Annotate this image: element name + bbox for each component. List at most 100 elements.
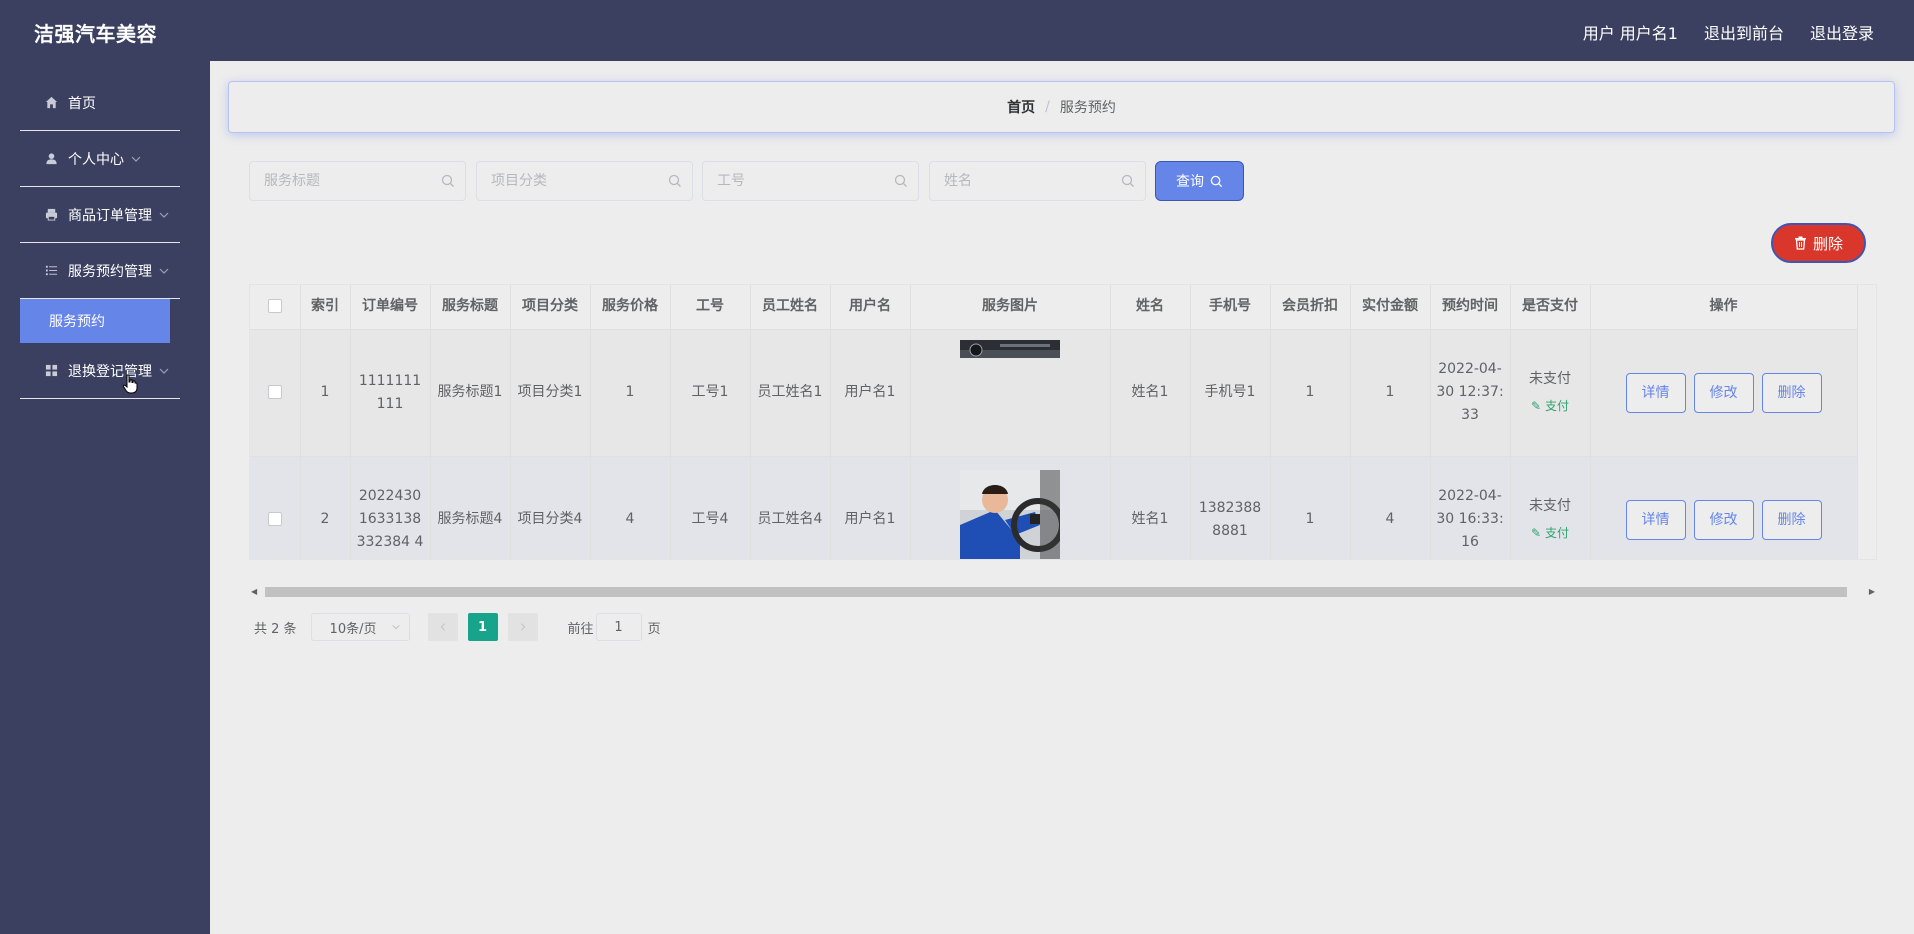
query-button[interactable]: 查询: [1155, 161, 1244, 201]
sidebar-item-label: 退换登记管理: [68, 363, 152, 380]
cell-pay-status: 未支付 ✎ 支付: [1510, 456, 1591, 559]
search-icon: [441, 174, 454, 187]
service-title-search: [249, 161, 466, 201]
category-input[interactable]: [477, 162, 692, 200]
next-page-button[interactable]: [507, 613, 538, 641]
sidebar-item-home[interactable]: 首页: [20, 75, 180, 131]
cell-price: 1: [590, 329, 671, 457]
logout-link[interactable]: 退出登录: [1810, 20, 1874, 44]
table-row: 2 20224301633138332384 4 服务标题4 项目分类4 4 工…: [250, 456, 1858, 559]
pay-link[interactable]: ✎ 支付: [1515, 395, 1586, 418]
column-header: 操作: [1590, 285, 1858, 330]
chevron-down-icon: [131, 156, 141, 162]
pay-status-text: 未支付: [1529, 497, 1571, 514]
search-icon: [1121, 174, 1134, 187]
cell-phone: 13823888881: [1190, 456, 1271, 559]
pagination: 共 2 条 10条/页 1 前往 1 页: [254, 612, 661, 642]
page-size-select[interactable]: 10条/页: [310, 613, 410, 641]
scrollbar-thumb[interactable]: [265, 587, 1847, 597]
sidebar-item-product-orders[interactable]: 商品订单管理: [20, 187, 180, 243]
sidebar-item-label: 商品订单管理: [68, 207, 152, 224]
column-header: 姓名: [1110, 285, 1191, 330]
cell-category: 项目分类1: [510, 329, 591, 457]
service-image: [960, 469, 1060, 559]
edit-pen-icon: ✎: [1531, 398, 1542, 413]
row-checkbox[interactable]: [267, 512, 282, 526]
cell-username: 用户名1: [830, 329, 911, 457]
name-input[interactable]: [930, 162, 1145, 200]
cell-name: 姓名1: [1110, 456, 1191, 559]
cell-order-no: 20224301633138332384 4: [350, 456, 431, 559]
chevron-down-icon: [159, 268, 169, 274]
column-header: 服务标题: [430, 285, 511, 330]
pay-link[interactable]: ✎ 支付: [1515, 522, 1586, 545]
column-header: 项目分类: [510, 285, 591, 330]
column-header: 工号: [670, 285, 751, 330]
sidebar-subitem-service-booking[interactable]: 服务预约: [20, 299, 170, 343]
detail-button[interactable]: 详情: [1625, 499, 1686, 540]
page-number-current[interactable]: 1: [467, 613, 498, 641]
cell-title: 服务标题1: [430, 329, 511, 457]
column-header: 服务图片: [910, 285, 1111, 330]
column-header: 实付金额: [1350, 285, 1431, 330]
query-button-label: 查询: [1176, 174, 1204, 190]
row-select-cell: [250, 456, 301, 559]
current-user-label: 用户 用户名1: [1582, 24, 1678, 43]
edit-button[interactable]: 修改: [1693, 372, 1754, 413]
delete-button[interactable]: 删除: [1761, 499, 1822, 540]
batch-delete-button[interactable]: 删除: [1771, 223, 1866, 263]
cell-service-image: [910, 456, 1111, 559]
cell-title: 服务标题4: [430, 456, 511, 559]
page-size-value: 10条/页: [329, 621, 377, 637]
cell-worker-no: 工号1: [670, 329, 751, 457]
sidebar-item-personal-center[interactable]: 个人中心: [20, 131, 180, 187]
column-header: 员工姓名: [750, 285, 831, 330]
cell-worker-name: 员工姓名4: [750, 456, 831, 559]
edit-button[interactable]: 修改: [1693, 499, 1754, 540]
detail-button[interactable]: 详情: [1625, 372, 1686, 413]
pay-status-text: 未支付: [1529, 370, 1571, 387]
scroll-right-arrow-icon[interactable]: ▶: [1869, 587, 1875, 596]
worker-no-input[interactable]: [703, 162, 918, 200]
chevron-left-icon: [440, 623, 445, 631]
cell-worker-no: 工号4: [670, 456, 751, 559]
search-icon: [1210, 175, 1223, 187]
row-select-cell: [250, 329, 301, 457]
sidebar-item-label: 首页: [68, 95, 96, 112]
row-checkbox[interactable]: [267, 385, 282, 399]
select-all-checkbox[interactable]: [267, 299, 282, 314]
table-row: 1 1111111111 服务标题1 项目分类1 1 工号1 员工姓名1 用户名…: [250, 329, 1858, 457]
select-all-header: [250, 285, 301, 330]
cell-time: 2022-04-30 16:33:16: [1430, 456, 1511, 559]
page-suffix: 页: [647, 621, 661, 637]
cell-index: 2: [300, 456, 351, 559]
cell-username: 用户名1: [830, 456, 911, 559]
top-bar: 洁强汽车美容 用户 用户名1 退出到前台 退出登录: [0, 0, 1914, 61]
chevron-down-icon: [391, 624, 400, 630]
service-title-input[interactable]: [250, 162, 465, 200]
goto-page-input[interactable]: 1: [595, 613, 642, 641]
goto-label: 前往: [567, 621, 594, 637]
top-right-links: 用户 用户名1 退出到前台 退出登录: [1583, 20, 1874, 44]
breadcrumb-home[interactable]: 首页: [1007, 97, 1035, 117]
edit-pen-icon: ✎: [1531, 525, 1542, 540]
horizontal-scrollbar[interactable]: ◀ ▶: [249, 584, 1877, 600]
sidebar-item-service-booking[interactable]: 服务预约管理: [20, 243, 180, 299]
breadcrumb-current: 服务预约: [1059, 100, 1116, 116]
service-image: [960, 339, 1060, 358]
cell-worker-name: 员工姓名1: [750, 329, 831, 457]
column-header: 预约时间: [1430, 285, 1511, 330]
brand-title: 洁强汽车美容: [34, 22, 157, 46]
sidebar-item-return-registration[interactable]: 退换登记管理: [20, 343, 180, 399]
column-header: 订单编号: [350, 285, 431, 330]
total-count: 共 2 条: [254, 621, 297, 637]
to-front-link[interactable]: 退出到前台: [1704, 20, 1784, 44]
breadcrumb-separator: /: [1045, 99, 1050, 115]
grid-icon: [44, 364, 58, 378]
chevron-right-icon: [520, 623, 525, 631]
scroll-left-arrow-icon[interactable]: ◀: [251, 587, 257, 596]
prev-page-button[interactable]: [427, 613, 458, 641]
list-icon: [44, 264, 58, 278]
delete-button[interactable]: 删除: [1761, 372, 1822, 413]
category-search: [476, 161, 693, 201]
